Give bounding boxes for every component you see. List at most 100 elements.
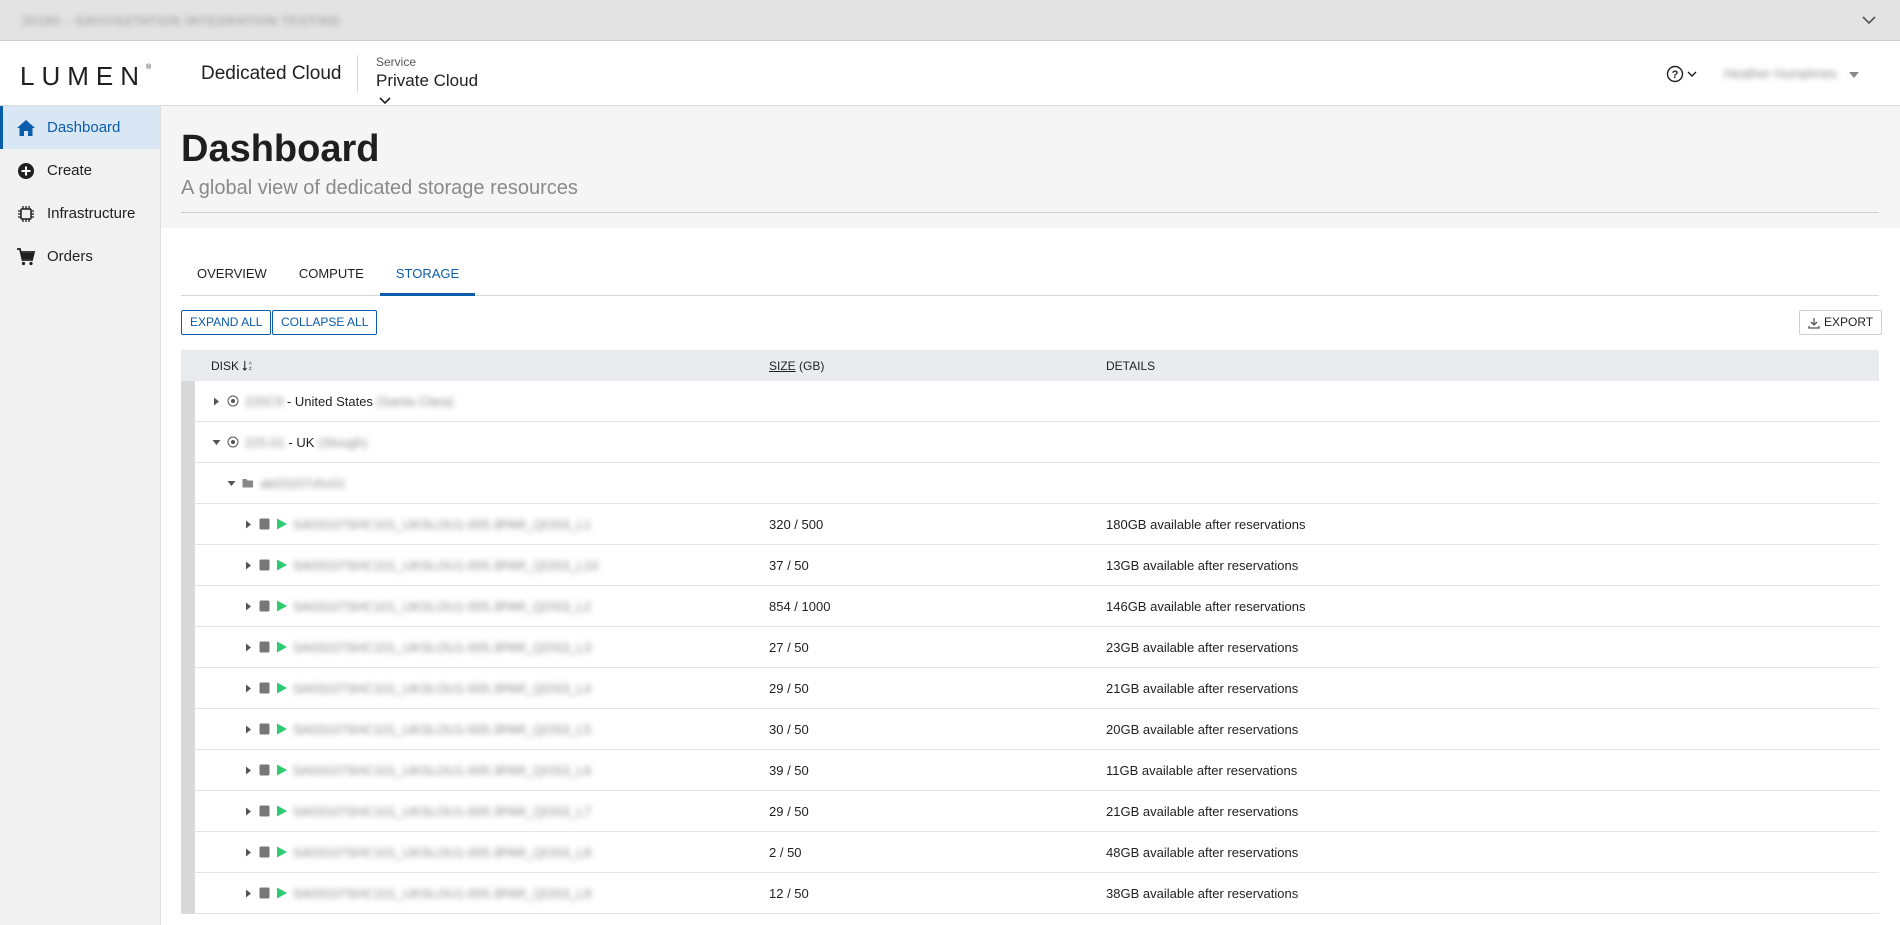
table-row[interactable]: SA03107SHC101_UKSLOU1-005.3PAR_QOS3_L1 32… [181,504,1879,545]
service-selector[interactable]: Service Private Cloud [364,49,498,104]
datastore-icon [259,682,270,694]
download-icon [1808,317,1820,329]
help-icon[interactable]: ? [1665,63,1705,85]
row-gutter [181,545,195,586]
sidebar-item-label: Infrastructure [47,205,136,222]
expand-icon[interactable] [244,725,253,734]
sort-icon[interactable]: AZ [242,360,253,371]
collapse-icon[interactable] [212,438,221,447]
table-row[interactable]: SA03107SHC101_UKSLOU1-005.3PAR_QOS3_L2 85… [181,586,1879,627]
environment-banner: 2019X - SAVVISSTATION INTEGRATION TESTIN… [0,0,1900,41]
disk-details: 21GB available after reservations [1106,803,1299,819]
expand-all-button[interactable]: EXPAND ALL [181,310,272,335]
collapse-icon[interactable] [227,479,236,488]
location-city: (Slough) [318,434,368,450]
status-running-icon [277,723,287,735]
sidebar: Dashboard Create Infrastructure Orders [0,106,161,925]
disk-name: SA03107SHC101_UKSLOU1-005.3PAR_QOS3_L10 [293,557,599,573]
table-row-location[interactable]: 225C9 - United States (Santa Clara) [181,381,1879,422]
location-country: - United States [286,393,373,409]
status-running-icon [277,600,287,612]
table-row[interactable]: SA03107SHC101_UKSLOU1-005.3PAR_QOS3_L10 3… [181,545,1879,586]
cart-icon [17,247,36,265]
row-gutter [181,381,195,422]
datastore-icon [259,805,270,817]
tab-compute[interactable]: COMPUTE [283,254,380,296]
table-row[interactable]: SA03107SHC101_UKSLOU1-005.3PAR_QOS3_L3 27… [181,627,1879,668]
location-id: 225.01 [245,434,285,450]
sidebar-item-orders[interactable]: Orders [0,235,160,278]
disk-details: 11GB available after reservations [1106,762,1298,778]
status-running-icon [277,682,287,694]
user-menu[interactable]: Heather Humphries [1724,66,1837,81]
row-gutter [181,791,195,832]
table-row[interactable]: SA03107SHC101_UKSLOU1-005.3PAR_QOS3_L7 29… [181,791,1879,832]
disk-size: 12 / 50 [769,885,809,901]
chevron-down-icon [379,97,391,104]
disk-size: 29 / 50 [769,803,809,819]
main-content: Dashboard A global view of dedicated sto… [161,106,1900,925]
tab-storage[interactable]: STORAGE [379,254,476,296]
product-name: Dedicated Cloud [201,63,342,84]
disk-name: SA03107SHC101_UKSLOU1-005.3PAR_QOS3_L9 [293,885,592,901]
sidebar-item-label: Dashboard [47,119,121,136]
table-row-location[interactable]: 225.01 - UK (Slough) [181,422,1879,463]
row-gutter [181,709,195,750]
disk-details: 48GB available after reservations [1106,844,1299,860]
datastore-icon [259,846,270,858]
sidebar-item-label: Create [47,162,93,179]
caret-down-icon[interactable] [1849,71,1859,79]
expand-icon[interactable] [244,602,253,611]
location-pin-icon [227,395,239,407]
collapse-all-button[interactable]: COLLAPSE ALL [272,310,378,335]
service-value: Private Cloud [376,71,479,90]
chip-icon [18,205,34,222]
expand-icon[interactable] [244,561,253,570]
expand-icon[interactable] [244,807,253,816]
table-row[interactable]: SA03107SHC101_UKSLOU1-005.3PAR_QOS3_L4 29… [181,668,1879,709]
disk-size: 854 / 1000 [769,598,831,614]
header-rule [181,212,1879,213]
expand-icon[interactable] [244,766,253,775]
disk-size: 2 / 50 [769,844,802,860]
app-header: LUMEN® Dedicated Cloud Service Private C… [0,41,1900,106]
svg-text:A: A [249,360,253,365]
table-row-folder[interactable]: ab03107vhc01 [181,463,1879,504]
column-size[interactable]: SIZE (GB) [769,359,1106,373]
home-icon [17,119,35,136]
row-gutter [181,668,195,709]
status-running-icon [277,887,287,899]
lumen-logo[interactable]: LUMEN® [20,61,151,92]
disk-name: SA03107SHC101_UKSLOU1-005.3PAR_QOS3_L1 [293,516,592,532]
column-size-label: SIZE [769,358,796,373]
disk-size: 29 / 50 [769,680,809,696]
expand-icon[interactable] [244,889,253,898]
sidebar-item-dashboard[interactable]: Dashboard [0,106,160,149]
table-row[interactable]: SA03107SHC101_UKSLOU1-005.3PAR_QOS3_L8 2 … [181,832,1879,873]
chevron-down-icon[interactable] [1860,11,1878,29]
header-divider [357,55,358,93]
datastore-icon [259,887,270,899]
tab-overview[interactable]: OVERVIEW [181,254,283,296]
sidebar-item-create[interactable]: Create [0,149,160,192]
disk-name: SA03107SHC101_UKSLOU1-005.3PAR_QOS3_L2 [293,598,592,614]
location-pin-icon [227,436,239,448]
row-gutter [181,422,195,463]
table-row[interactable]: SA03107SHC101_UKSLOU1-005.3PAR_QOS3_L5 30… [181,709,1879,750]
expand-icon[interactable] [244,684,253,693]
table-row[interactable]: SA03107SHC101_UKSLOU1-005.3PAR_QOS3_L9 12… [181,873,1879,914]
expand-icon[interactable] [244,848,253,857]
status-running-icon [277,518,287,530]
expand-icon[interactable] [212,397,221,406]
table-row[interactable]: SA03107SHC101_UKSLOU1-005.3PAR_QOS3_L6 39… [181,750,1879,791]
expand-icon[interactable] [244,643,253,652]
disk-details: 13GB available after reservations [1106,557,1299,573]
disk-details: 20GB available after reservations [1106,721,1299,737]
disk-size: 320 / 500 [769,516,824,532]
datastore-icon [259,518,270,530]
export-button[interactable]: EXPORT [1799,310,1883,335]
location-id: 225C9 [245,393,284,409]
expand-icon[interactable] [244,520,253,529]
column-disk[interactable]: DISK AZ [181,359,769,373]
sidebar-item-infrastructure[interactable]: Infrastructure [0,192,160,235]
